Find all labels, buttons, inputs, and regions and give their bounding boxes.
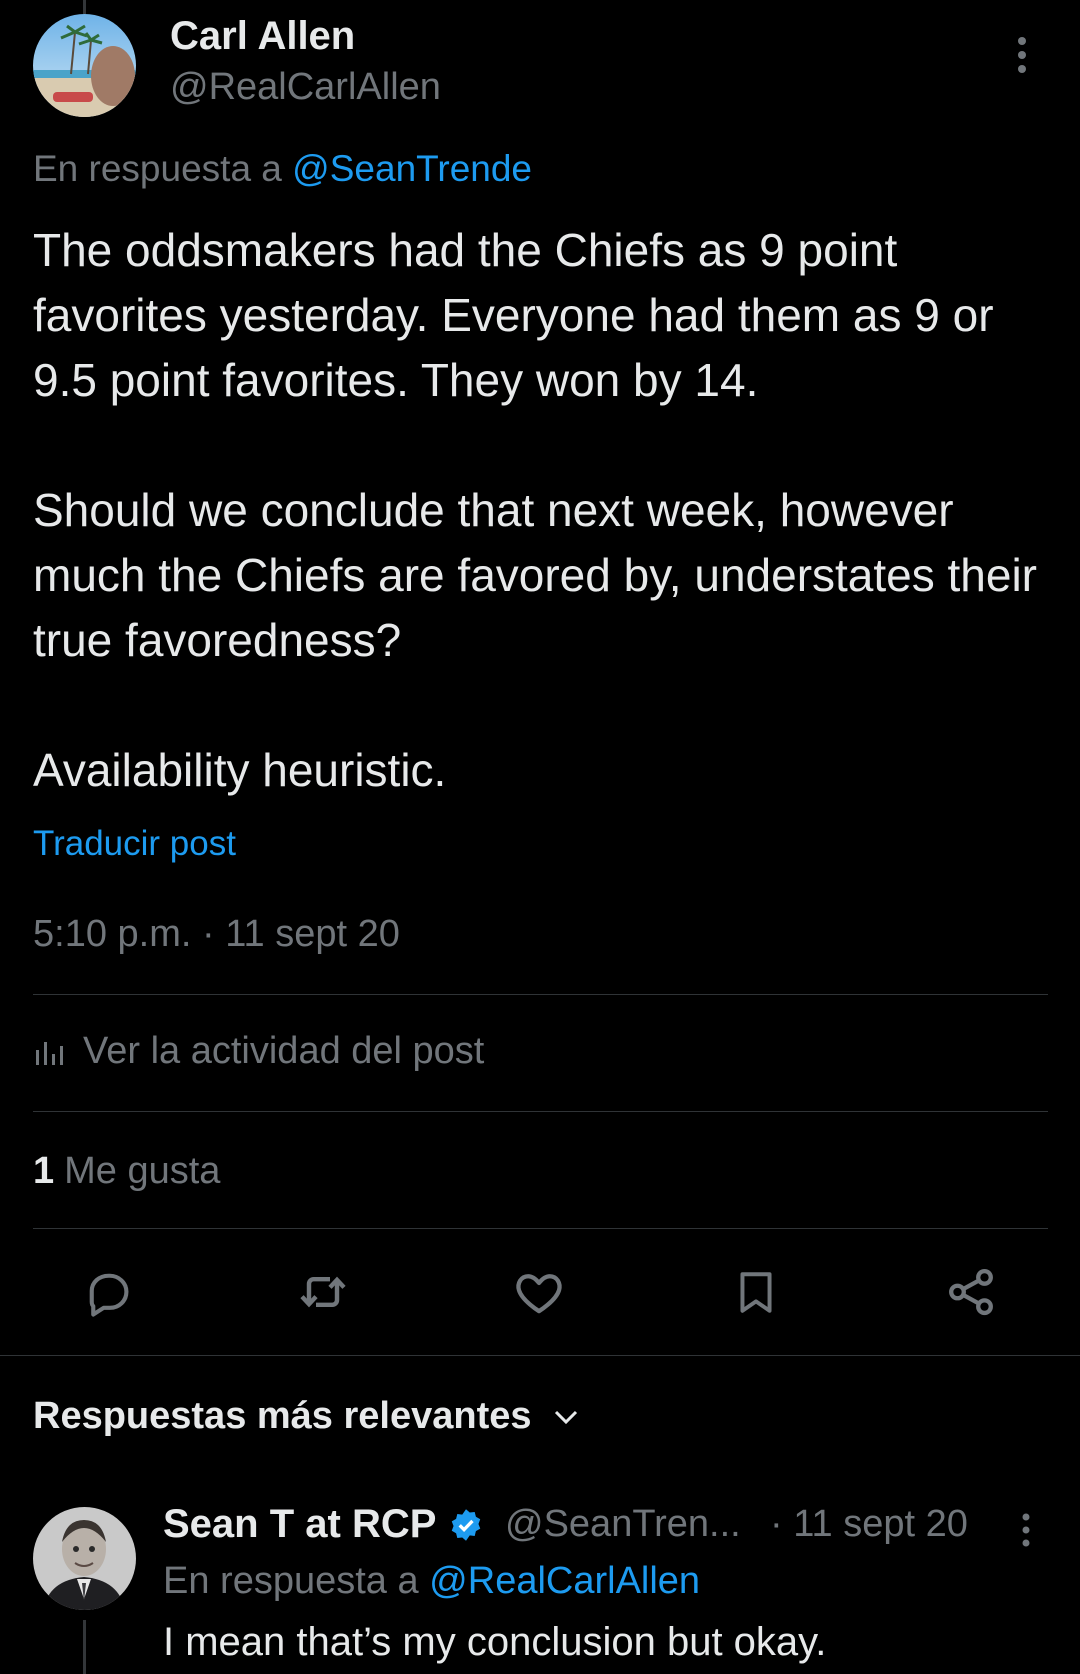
reply-prefix: En respuesta a bbox=[33, 148, 282, 189]
bookmark-icon bbox=[740, 1272, 772, 1313]
chevron-down-icon bbox=[554, 1410, 577, 1424]
post-paragraph: The oddsmakers had the Chiefs as 9 point… bbox=[33, 224, 994, 406]
thread-line bbox=[83, 0, 86, 14]
bookmark-button[interactable] bbox=[726, 1262, 786, 1322]
share-button[interactable] bbox=[941, 1262, 1001, 1322]
replying-to: En respuesta a @SeanTrende bbox=[33, 148, 532, 190]
post-activity-label: Ver la actividad del post bbox=[83, 1030, 485, 1072]
reply-replying-to: En respuesta a @RealCarlAllen bbox=[163, 1560, 700, 1603]
reply-author-name[interactable]: Sean T at RCP bbox=[163, 1502, 484, 1547]
divider bbox=[33, 1228, 1048, 1229]
like-button[interactable] bbox=[509, 1262, 569, 1322]
author-handle[interactable]: @RealCarlAllen bbox=[170, 66, 441, 109]
author-avatar[interactable] bbox=[33, 14, 136, 117]
reply-button[interactable] bbox=[78, 1262, 138, 1322]
thread-line bbox=[83, 1620, 86, 1674]
reply-date[interactable]: · 11 sept 20 bbox=[770, 1503, 968, 1546]
reply-to-link[interactable]: @SeanTrende bbox=[292, 148, 532, 189]
section-divider bbox=[0, 1355, 1080, 1356]
post-activity-link[interactable]: Ver la actividad del post bbox=[33, 1030, 484, 1073]
reply-more-options-icon[interactable] bbox=[1020, 1512, 1032, 1555]
likes-label: Me gusta bbox=[64, 1150, 221, 1192]
post-timestamp[interactable]: 5:10 p.m. · 11 sept 20 bbox=[33, 913, 400, 956]
reply-author-name-text: Sean T at RCP bbox=[163, 1502, 437, 1546]
likes-count[interactable]: 1 Me gusta bbox=[33, 1150, 220, 1193]
verified-badge-icon bbox=[452, 1508, 481, 1541]
reply-text: I mean that’s my conclusion but okay. bbox=[163, 1620, 827, 1664]
like-icon bbox=[516, 1274, 562, 1314]
reply-to-link[interactable]: @RealCarlAllen bbox=[429, 1560, 700, 1602]
replies-sort-dropdown[interactable]: Respuestas más relevantes bbox=[33, 1395, 580, 1438]
analytics-icon bbox=[36, 1041, 63, 1065]
reply-icon bbox=[89, 1273, 129, 1317]
translate-post-link[interactable]: Traducir post bbox=[33, 824, 236, 864]
divider bbox=[33, 994, 1048, 995]
post-paragraph: Availability heuristic. bbox=[33, 744, 447, 796]
reply-author-avatar[interactable] bbox=[33, 1507, 136, 1610]
reply-author-handle[interactable]: @SeanTren... bbox=[505, 1503, 741, 1546]
share-icon bbox=[949, 1268, 993, 1316]
author-name[interactable]: Carl Allen bbox=[170, 14, 355, 59]
replies-sort-label: Respuestas más relevantes bbox=[33, 1395, 532, 1437]
divider bbox=[33, 1111, 1048, 1112]
repost-button[interactable] bbox=[293, 1262, 353, 1322]
likes-number: 1 bbox=[33, 1150, 55, 1192]
post-body: The oddsmakers had the Chiefs as 9 point… bbox=[33, 218, 1043, 868]
repost-icon bbox=[300, 1276, 346, 1308]
reply-prefix: En respuesta a bbox=[163, 1560, 419, 1602]
post-paragraph: Should we conclude that next week, howev… bbox=[33, 484, 1038, 666]
more-options-icon[interactable] bbox=[1016, 36, 1028, 81]
